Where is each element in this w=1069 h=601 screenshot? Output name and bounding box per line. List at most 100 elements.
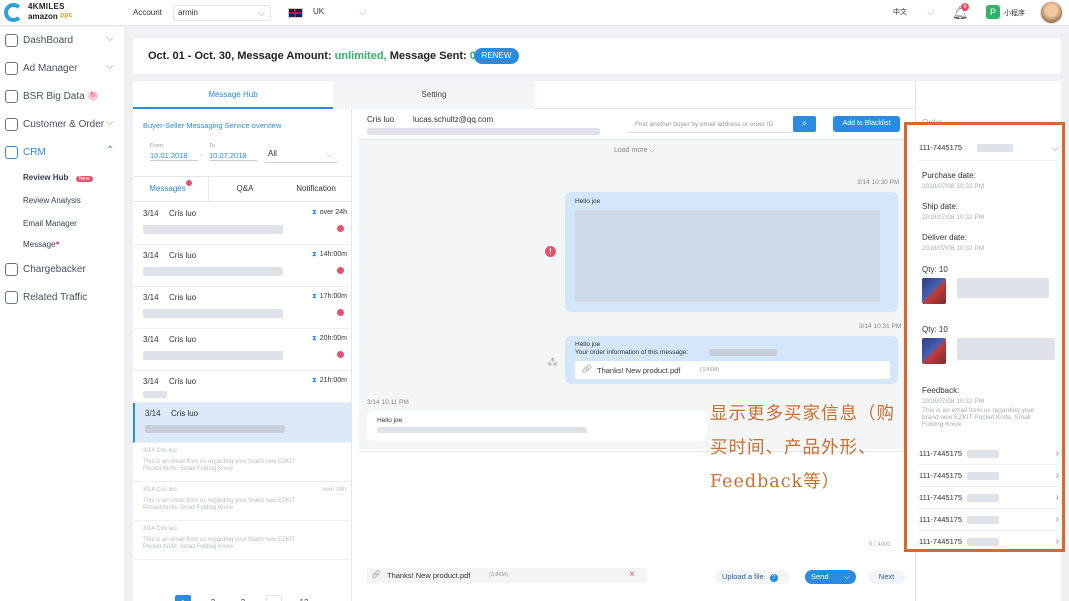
dashboard-icon bbox=[5, 34, 18, 47]
annotation-text: 显示更多买家信息（购买时间、产品外形、Feedback等） bbox=[710, 404, 895, 492]
remove-attachment-icon[interactable]: × bbox=[629, 569, 635, 580]
sidebar-item-label: BSR Big Data bbox=[23, 91, 85, 102]
top-bar: 4KMILES amazon ppc Account armin ⌵ UK ⌵ … bbox=[0, 0, 1069, 26]
mini-program-icon[interactable]: P bbox=[986, 5, 1000, 19]
item-date: 3/14 bbox=[143, 377, 159, 386]
order-info-blurred bbox=[709, 349, 777, 356]
incoming-message-bubble: Hello joe bbox=[367, 411, 707, 441]
account-select[interactable]: armin ⌵ bbox=[173, 5, 271, 21]
next-button[interactable]: Next bbox=[868, 570, 905, 584]
attachment-size: (3.86M) bbox=[489, 572, 508, 578]
list-item-faded[interactable]: 3/14 Cris luo over 24h This is an email … bbox=[133, 482, 351, 521]
order-row[interactable]: 111-7445175 › bbox=[919, 531, 1059, 553]
item-name: Cris luo bbox=[171, 409, 199, 418]
tab-setting[interactable]: Setting bbox=[333, 81, 535, 109]
sidebar-subitem-review-analysis[interactable]: Review Analysis bbox=[23, 196, 81, 205]
from-date-input[interactable]: 10.01.2018 bbox=[150, 151, 198, 161]
tab-message-hub[interactable]: Message Hub bbox=[133, 81, 333, 109]
region-select[interactable]: UK ⌵ bbox=[309, 5, 371, 21]
chevron-down-icon: ⌵ bbox=[1051, 143, 1059, 154]
page-button[interactable]: 3 bbox=[235, 595, 251, 601]
prev-page-button[interactable]: ‹ bbox=[146, 595, 162, 601]
list-item[interactable]: 3/14 Cris luo ⧗ 14h:00m bbox=[133, 245, 351, 287]
page-button-current[interactable]: 1 bbox=[175, 595, 191, 601]
list-item-faded[interactable]: 3/14 Cris luo This is an email from us r… bbox=[133, 443, 351, 482]
list-item[interactable]: 3/14 Cris luo ⧗ 21h:00m bbox=[133, 371, 351, 403]
notification-badge: 9 bbox=[961, 3, 969, 11]
list-item-faded[interactable]: 3/14 Cris luo This is an email from us r… bbox=[133, 521, 351, 560]
renew-button[interactable]: RENEW bbox=[474, 48, 519, 64]
order-row-expanded[interactable]: 111-7445175 ⌵ bbox=[919, 135, 1059, 161]
sidebar-subitem-message[interactable]: Message● bbox=[23, 240, 60, 249]
attachment-card[interactable]: 🔗︎ Thanks! New product.pdf (3.86M) bbox=[575, 361, 890, 379]
subtab-qa[interactable]: Q&A bbox=[209, 176, 281, 202]
subtab-notification[interactable]: Notification bbox=[281, 176, 351, 202]
sidebar-item-bsr-big-data[interactable]: BSR Big Data ↻ bbox=[0, 84, 124, 110]
avatar[interactable] bbox=[1040, 1, 1063, 24]
product-thumbnail[interactable] bbox=[922, 278, 946, 304]
status-dot-icon bbox=[337, 309, 344, 316]
sidebar-item-ad-manager[interactable]: Ad Manager ⌵ bbox=[0, 56, 124, 82]
region-value: UK bbox=[313, 7, 325, 16]
sidebar-item-customer-order[interactable]: Customer & Order ⌵ bbox=[0, 112, 124, 138]
subtab-messages[interactable]: Messages bbox=[133, 176, 209, 202]
error-icon[interactable]: ! bbox=[545, 246, 556, 257]
item-preview bbox=[143, 225, 283, 234]
language-select[interactable]: 中文 ⌵ bbox=[889, 5, 939, 21]
sidebar-subitem-review-hub[interactable]: Review Hub New bbox=[23, 173, 93, 182]
next-page-button[interactable]: › bbox=[326, 595, 342, 601]
hourglass-icon: ⧗ bbox=[311, 251, 317, 258]
buyer-name: Cris luo bbox=[367, 115, 395, 124]
sidebar: DashBoard ⌵ Ad Manager ⌵ BSR Big Data ↻ … bbox=[0, 27, 124, 601]
list-item[interactable]: 3/14 Cris luo ⧗ 20h:00m bbox=[133, 329, 351, 371]
sidebar-subitem-email-manager[interactable]: Email Manager bbox=[23, 219, 77, 228]
sidebar-item-dashboard[interactable]: DashBoard ⌵ bbox=[0, 28, 124, 54]
product-title-blurred bbox=[957, 278, 1049, 298]
attachment-size: (3.86M) bbox=[700, 367, 719, 373]
order-id: 111-7445175 bbox=[919, 143, 963, 152]
page-button[interactable]: 12 bbox=[296, 595, 312, 601]
logo-amazon: amazon bbox=[28, 12, 58, 21]
chevron-down-icon: ⌵ bbox=[359, 7, 366, 17]
load-more-link[interactable]: Load more ⌵ bbox=[614, 147, 655, 155]
order-id: 111-7445175 bbox=[919, 449, 963, 458]
paperclip-icon: 🔗︎ bbox=[581, 364, 593, 374]
sidebar-item-label: Customer & Order bbox=[23, 119, 105, 130]
search-icon[interactable]: ⌕ bbox=[793, 116, 816, 132]
item-body: This is an email from us regarding your … bbox=[143, 459, 295, 472]
sidebar-item-crm[interactable]: CRM ⌃ bbox=[0, 140, 124, 166]
order-row[interactable]: 111-7445175 › bbox=[919, 443, 1059, 465]
order-id-blurred bbox=[967, 538, 999, 546]
list-item[interactable]: 3/14 Cris luo ⧗ over 24h bbox=[133, 203, 351, 245]
message-list: 3/14 Cris luo ⧗ over 24h 3/14 Cris luo ⧗ 1… bbox=[133, 203, 351, 573]
list-item[interactable]: 3/14 Cris luo ⧗ 17h:00m bbox=[133, 287, 351, 329]
overview-link[interactable]: Buyer-Seller Messaging Service overview bbox=[143, 121, 281, 130]
sidebar-item-related-traffic[interactable]: Related Traffic bbox=[0, 285, 124, 311]
item-head: 3/14 Cris luo bbox=[143, 487, 177, 493]
mini-program-label[interactable]: 小程序 bbox=[1004, 8, 1025, 18]
item-time-value: over 24h bbox=[319, 209, 347, 216]
order-row[interactable]: 111-7445175 › bbox=[919, 509, 1059, 531]
order-row[interactable]: 111-7445175 › bbox=[919, 487, 1059, 509]
unread-dot-icon bbox=[185, 180, 192, 186]
filter-select[interactable]: All ⌵ bbox=[264, 147, 338, 163]
to-date-input[interactable]: 10.07.2018 bbox=[209, 151, 257, 161]
buyer-search-input[interactable]: Find another buyer by email address or o… bbox=[629, 117, 794, 133]
item-time: ⧗ 14h:00m bbox=[312, 251, 347, 259]
product-title-blurred bbox=[957, 338, 1055, 360]
sidebar-item-chargebacker[interactable]: Chargebacker bbox=[0, 257, 124, 283]
purchase-date-label: Purchase date: bbox=[922, 171, 976, 180]
page-ellipsis[interactable]: ... bbox=[266, 595, 282, 601]
chevron-down-icon: ⌵ bbox=[927, 7, 934, 17]
add-to-blacklist-button[interactable]: Add to Blacklist bbox=[833, 116, 900, 132]
order-id-blurred bbox=[967, 450, 999, 458]
chevron-down-icon: ⌵ bbox=[106, 61, 114, 72]
sidebar-item-label: Chargebacker bbox=[23, 264, 86, 275]
product-thumbnail[interactable] bbox=[922, 338, 946, 364]
order-row[interactable]: 111-7445175 › bbox=[919, 465, 1059, 487]
upload-file-button[interactable]: Upload a file ? bbox=[715, 570, 790, 584]
page-button[interactable]: 2 bbox=[205, 595, 221, 601]
item-preview bbox=[143, 391, 167, 398]
send-button[interactable]: Send ⌵ bbox=[805, 570, 856, 584]
list-item-selected[interactable]: 3/14 Cris luo bbox=[133, 403, 351, 443]
